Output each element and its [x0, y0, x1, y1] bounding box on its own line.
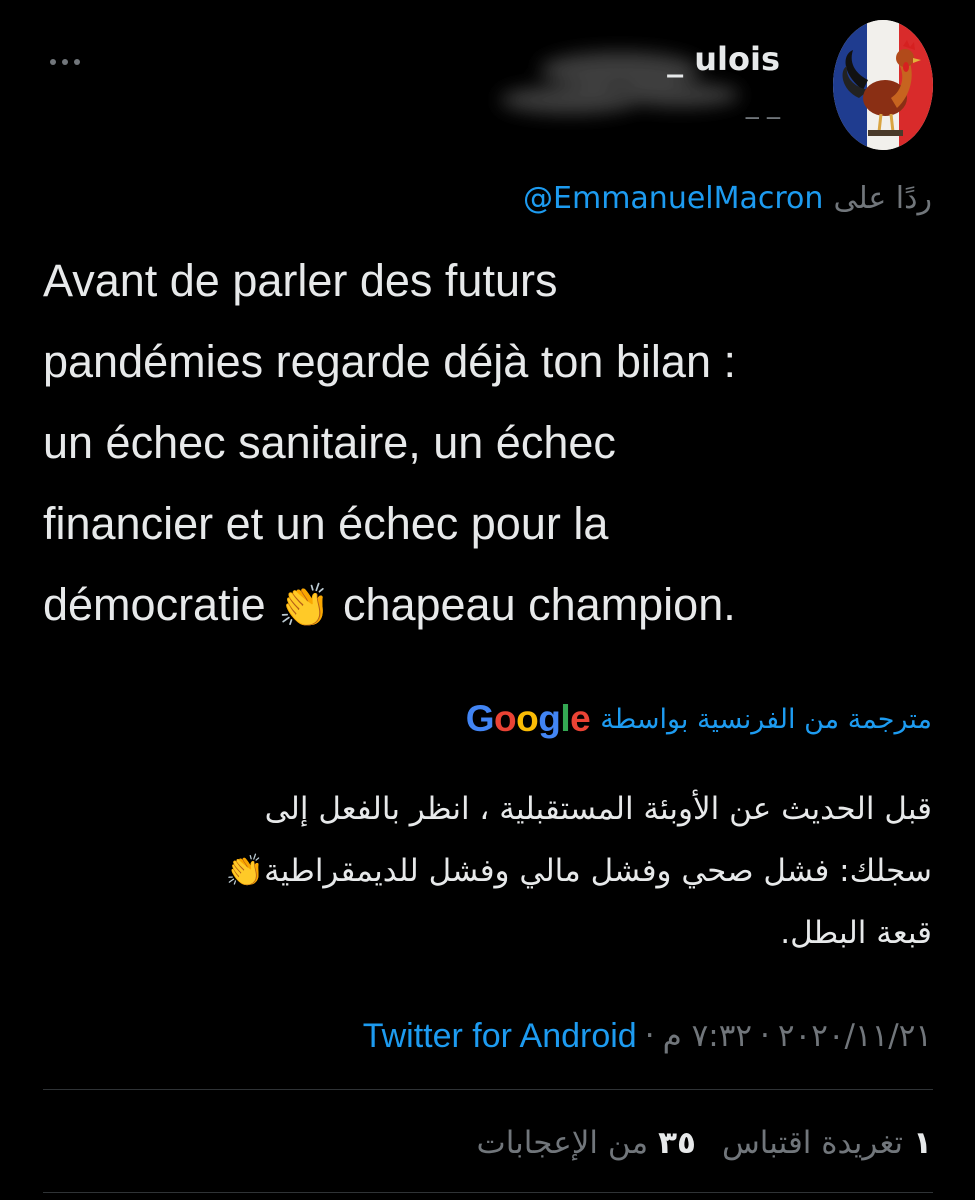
tweet-line: financier et un échec pour la	[43, 498, 609, 549]
tweet-metadata: ٢٠٢٠/١١/٢١ · ٧:٣٢ م · Twitter for Androi…	[363, 1012, 932, 1060]
quote-tweets-label: تغريدة اقتباس	[721, 1125, 904, 1161]
translated-line: سجلك: فشل صحي وفشل مالي وفشل للديمقراطية…	[225, 853, 932, 889]
translated-text: قبل الحديث عن الأوبئة المستقبلية ، انظر …	[102, 778, 932, 964]
quote-tweets-stat[interactable]: ١ تغريدة اقتباس	[722, 1125, 932, 1161]
separator-dot: ·	[644, 1018, 655, 1054]
ellipsis-icon	[50, 59, 80, 65]
tweet-line: Avant de parler des futurs	[43, 255, 558, 306]
tweet-date[interactable]: ٢٠٢٠/١١/٢١	[778, 1018, 932, 1054]
translated-by-label[interactable]: مترجمة من الفرنسية بواسطة	[600, 704, 932, 735]
tweet-line: un échec sanitaire, un échec	[43, 417, 616, 468]
tweet-stats: ١ تغريدة اقتباس ٣٥ من الإعجابات	[477, 1120, 932, 1166]
translated-line: قبعة البطل.	[780, 915, 932, 951]
quote-tweets-count: ١	[913, 1125, 932, 1161]
divider	[43, 1192, 933, 1193]
avatar[interactable]	[833, 20, 933, 150]
reply-context: ردًا على @EmmanuelMacron	[523, 176, 932, 220]
reply-prefix: ردًا على	[833, 180, 932, 216]
google-logo: Google	[465, 698, 591, 739]
likes-count: ٣٥	[658, 1125, 696, 1161]
clapping-hands-emoji: 👏	[278, 582, 331, 629]
tweet-source-link[interactable]: Twitter for Android	[363, 1017, 637, 1056]
separator-dot: ·	[760, 1018, 770, 1054]
rooster-avatar-image	[833, 20, 933, 150]
tweet-text: Avant de parler des futurs pandémies reg…	[43, 240, 943, 646]
tweet-line: pandémies regarde déjà ton bilan :	[43, 336, 736, 387]
tweet-time[interactable]: ٧:٣٢ م	[663, 1018, 752, 1054]
reply-to-handle-link[interactable]: @EmmanuelMacron	[523, 181, 823, 216]
user-handle[interactable]: _ _	[600, 90, 780, 120]
tweet-line: démocratie	[43, 579, 266, 630]
likes-stat[interactable]: ٣٥ من الإعجابات	[477, 1125, 696, 1161]
translated-line: قبل الحديث عن الأوبئة المستقبلية ، انظر …	[264, 791, 932, 827]
translation-attribution: مترجمة من الفرنسية بواسطة Google	[466, 694, 932, 744]
likes-label: من الإعجابات	[476, 1125, 649, 1161]
divider	[43, 1089, 933, 1090]
more-options-button[interactable]	[44, 48, 86, 76]
display-name[interactable]: _ ulois	[560, 40, 780, 78]
tweet-line: chapeau champion.	[342, 579, 736, 630]
